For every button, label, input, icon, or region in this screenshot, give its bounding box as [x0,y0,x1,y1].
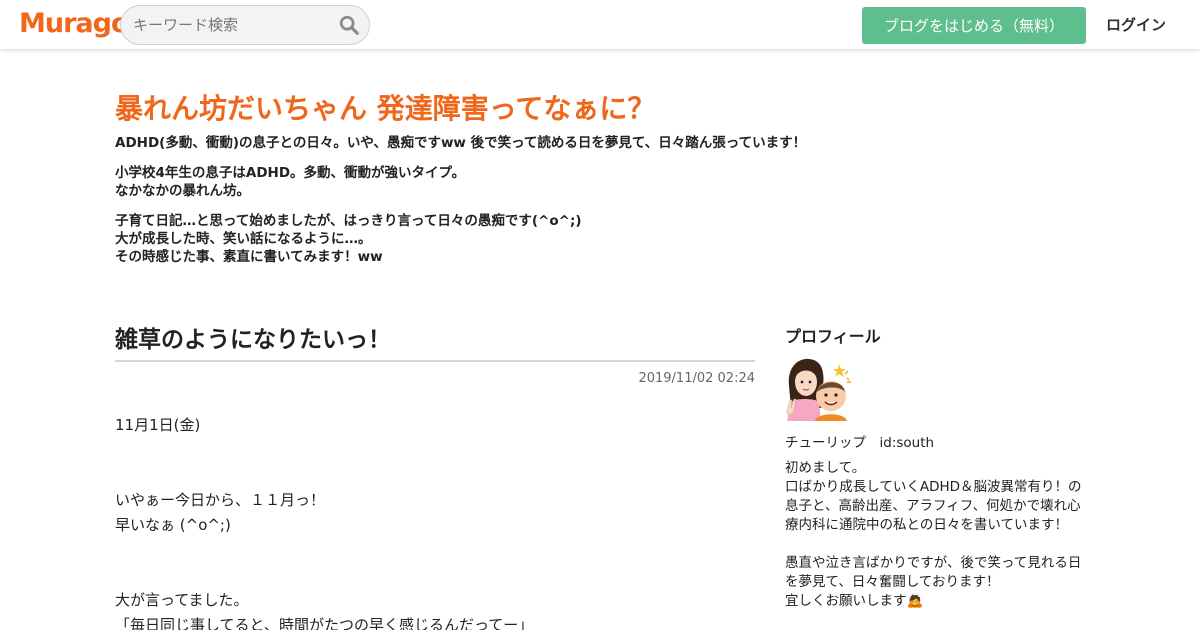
start-blog-button[interactable]: ブログをはじめる（無料） [862,7,1086,44]
blog-description-line: ADHD(多動、衝動)の息子との日々。いや、愚痴ですww 後で笑って読める日を夢… [115,135,807,151]
post-title[interactable]: 雑草のようになりたいっ！ [115,322,755,362]
avatar[interactable] [785,356,853,421]
post-date: 2019/11/02 02:24 [638,371,755,386]
blog-description-line: 小学校4年生の息子はADHD。多動、衝動が強いタイプ。 なかなかの暴れん坊。 [115,165,466,199]
post-paragraph: 大が言ってました。 「毎日同じ事してると、時間がたつの早く感じるんだってー」 [115,591,534,630]
search-box [120,5,370,45]
blog-description-line: 子育て日記…と思って始めましたが、はっきり言って日々の愚痴です(^o^;) 大が… [115,213,582,265]
profile-name[interactable]: チューリップ id:south [785,431,934,451]
search-input[interactable] [133,14,333,36]
profile-bio: 初めまして。 口ばかり成長していくADHD＆脳波異常有り！の息子と、高齢出産、ア… [785,460,1082,609]
search-icon[interactable] [338,14,360,36]
top-navbar: Muragon ブログをはじめる（無料） ログイン [0,0,1200,49]
profile-heading: プロフィール [785,327,881,346]
post-body: 11月1日(金) いやぁー今日から、１１月っ！ 早いなぁ (^o^;) 大が言っ… [115,413,755,630]
blog-title[interactable]: 暴れん坊だいちゃん 発達障害ってなぁに？ [115,89,655,129]
login-link[interactable]: ログイン [1106,14,1166,35]
blog-description: ADHD(多動、衝動)の息子との日々。いや、愚痴ですww 後で笑って読める日を夢… [115,134,1015,278]
avatar-illustration [785,356,853,421]
post-paragraph: いやぁー今日から、１１月っ！ 早いなぁ (^o^;) [115,491,326,534]
post-paragraph: 11月1日(金) [115,416,201,434]
